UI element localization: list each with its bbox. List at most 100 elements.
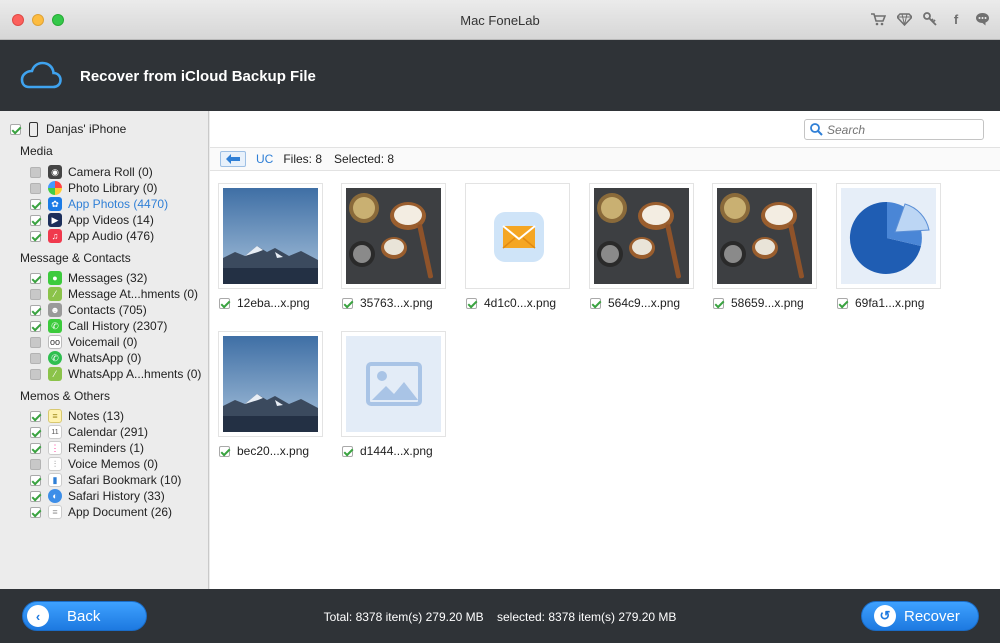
sidebar-item-app-audio[interactable]: ♫ App Audio (476): [30, 228, 154, 244]
sidebar-item-messages[interactable]: ● Messages (32): [30, 270, 147, 286]
mountain-image: [223, 188, 318, 284]
sidebar-item-label: Photo Library (0): [68, 181, 158, 195]
group-label-memos-others: Memos & Others: [20, 389, 111, 403]
search-input[interactable]: [827, 122, 967, 137]
voice-memo-icon: ⫶: [48, 457, 62, 471]
undo-arrow-icon: ↺: [874, 605, 896, 627]
file-checkbox[interactable]: [837, 297, 848, 309]
file-checkbox[interactable]: [219, 297, 230, 309]
mountain-image: [223, 336, 318, 432]
file-item[interactable]: bec20...x.png: [219, 444, 309, 458]
item-checkbox[interactable]: [30, 182, 41, 194]
file-thumbnail[interactable]: [218, 183, 323, 289]
file-thumbnail[interactable]: [712, 183, 817, 289]
sidebar-item-label: Camera Roll (0): [68, 165, 153, 179]
file-thumbnail[interactable]: [341, 331, 446, 437]
item-checkbox[interactable]: [30, 458, 41, 470]
device-row[interactable]: Danjas' iPhone: [10, 121, 126, 137]
device-checkbox[interactable]: [10, 123, 21, 135]
item-checkbox[interactable]: [30, 506, 41, 518]
app-photos-icon: ✿: [48, 197, 62, 211]
item-checkbox[interactable]: [30, 426, 41, 438]
file-checkbox[interactable]: [713, 297, 724, 309]
sidebar-item-app-photos[interactable]: ✿ App Photos (4470): [30, 196, 168, 212]
item-checkbox[interactable]: [30, 442, 41, 454]
item-checkbox[interactable]: [30, 410, 41, 422]
cart-icon[interactable]: [870, 11, 886, 27]
sidebar-item-photo-library[interactable]: Photo Library (0): [30, 180, 157, 196]
current-path[interactable]: UC: [256, 152, 273, 166]
sidebar-item-label: Safari History (33): [68, 489, 165, 503]
page-header: Recover from iCloud Backup File: [0, 40, 1000, 111]
sidebar-item-label: Call History (2307): [68, 319, 168, 333]
sidebar-item-app-videos[interactable]: ▶ App Videos (14): [30, 212, 154, 228]
item-checkbox[interactable]: [30, 288, 41, 300]
sidebar-item-voicemail[interactable]: oo Voicemail (0): [30, 334, 137, 350]
attachment-icon: ⁄: [48, 287, 62, 301]
item-checkbox[interactable]: [30, 230, 41, 242]
file-item[interactable]: 35763...x.png: [342, 296, 433, 310]
diamond-icon[interactable]: [896, 11, 912, 27]
key-icon[interactable]: [922, 11, 938, 27]
item-checkbox[interactable]: [30, 490, 41, 502]
file-name: 58659...x.png: [731, 296, 804, 310]
icloud-icon: [20, 61, 62, 89]
file-thumbnail[interactable]: [465, 183, 570, 289]
file-thumbnail[interactable]: [218, 331, 323, 437]
path-bar: UC Files: 8 Selected: 8: [210, 147, 1000, 171]
file-checkbox[interactable]: [590, 297, 601, 309]
file-item[interactable]: 69fa1...x.png: [837, 296, 924, 310]
whatsapp-icon: ✆: [48, 351, 62, 365]
sidebar-item-app-document[interactable]: ≡ App Document (26): [30, 504, 172, 520]
item-checkbox[interactable]: [30, 474, 41, 486]
item-checkbox[interactable]: [30, 368, 41, 380]
file-thumbnail[interactable]: [341, 183, 446, 289]
sidebar-item-reminders[interactable]: ⋮ Reminders (1): [30, 440, 144, 456]
file-checkbox[interactable]: [342, 297, 353, 309]
sidebar-item-message-attachments[interactable]: ⁄ Message At...hments (0): [30, 286, 198, 302]
sidebar-item-contacts[interactable]: ☻ Contacts (705): [30, 302, 147, 318]
item-checkbox[interactable]: [30, 214, 41, 226]
document-icon: ≡: [48, 505, 62, 519]
item-checkbox[interactable]: [30, 320, 41, 332]
file-item[interactable]: 12eba...x.png: [219, 296, 310, 310]
sidebar-item-notes[interactable]: ≡ Notes (13): [30, 408, 124, 424]
chat-icon[interactable]: [974, 11, 990, 27]
photos-icon: [48, 181, 62, 195]
sidebar-item-whatsapp[interactable]: ✆ WhatsApp (0): [30, 350, 141, 366]
item-checkbox[interactable]: [30, 336, 41, 348]
item-checkbox[interactable]: [30, 166, 41, 178]
sidebar-item-label: App Photos (4470): [68, 197, 169, 211]
file-item[interactable]: 564c9...x.png: [590, 296, 680, 310]
iphone-icon: [29, 121, 38, 137]
sidebar-item-safari-history[interactable]: ◐ Safari History (33): [30, 488, 165, 504]
sidebar: Danjas' iPhone Media ◉ Camera Roll (0) P…: [0, 111, 209, 589]
item-checkbox[interactable]: [30, 352, 41, 364]
item-checkbox[interactable]: [30, 272, 41, 284]
file-checkbox[interactable]: [466, 297, 477, 309]
item-checkbox[interactable]: [30, 304, 41, 316]
facebook-icon[interactable]: f: [948, 11, 964, 27]
search-box[interactable]: [804, 119, 984, 140]
footer-bar: ‹ Back Total: 8378 item(s) 279.20 MB sel…: [0, 589, 1000, 643]
file-name: 69fa1...x.png: [855, 296, 925, 310]
file-thumbnail[interactable]: [589, 183, 694, 289]
sidebar-item-safari-bookmark[interactable]: ▮ Safari Bookmark (10): [30, 472, 181, 488]
sidebar-item-camera-roll[interactable]: ◉ Camera Roll (0): [30, 164, 153, 180]
path-back-button[interactable]: [220, 151, 246, 167]
file-name: 35763...x.png: [360, 296, 433, 310]
item-checkbox[interactable]: [30, 198, 41, 210]
sidebar-item-voice-memos[interactable]: ⫶ Voice Memos (0): [30, 456, 158, 472]
file-name: 12eba...x.png: [237, 296, 310, 310]
file-item[interactable]: 4d1c0...x.png: [466, 296, 556, 310]
file-checkbox[interactable]: [342, 445, 353, 457]
file-item[interactable]: d1444...x.png: [342, 444, 433, 458]
file-checkbox[interactable]: [219, 445, 230, 457]
sidebar-item-calendar[interactable]: 11 Calendar (291): [30, 424, 148, 440]
sidebar-item-call-history[interactable]: ✆ Call History (2307): [30, 318, 167, 334]
file-item[interactable]: 58659...x.png: [713, 296, 804, 310]
mail-app-image: [470, 188, 565, 284]
file-thumbnail[interactable]: [836, 183, 941, 289]
sidebar-item-whatsapp-attachments[interactable]: ⁄ WhatsApp A...hments (0): [30, 366, 201, 382]
recover-button[interactable]: ↺ Recover: [861, 601, 979, 631]
